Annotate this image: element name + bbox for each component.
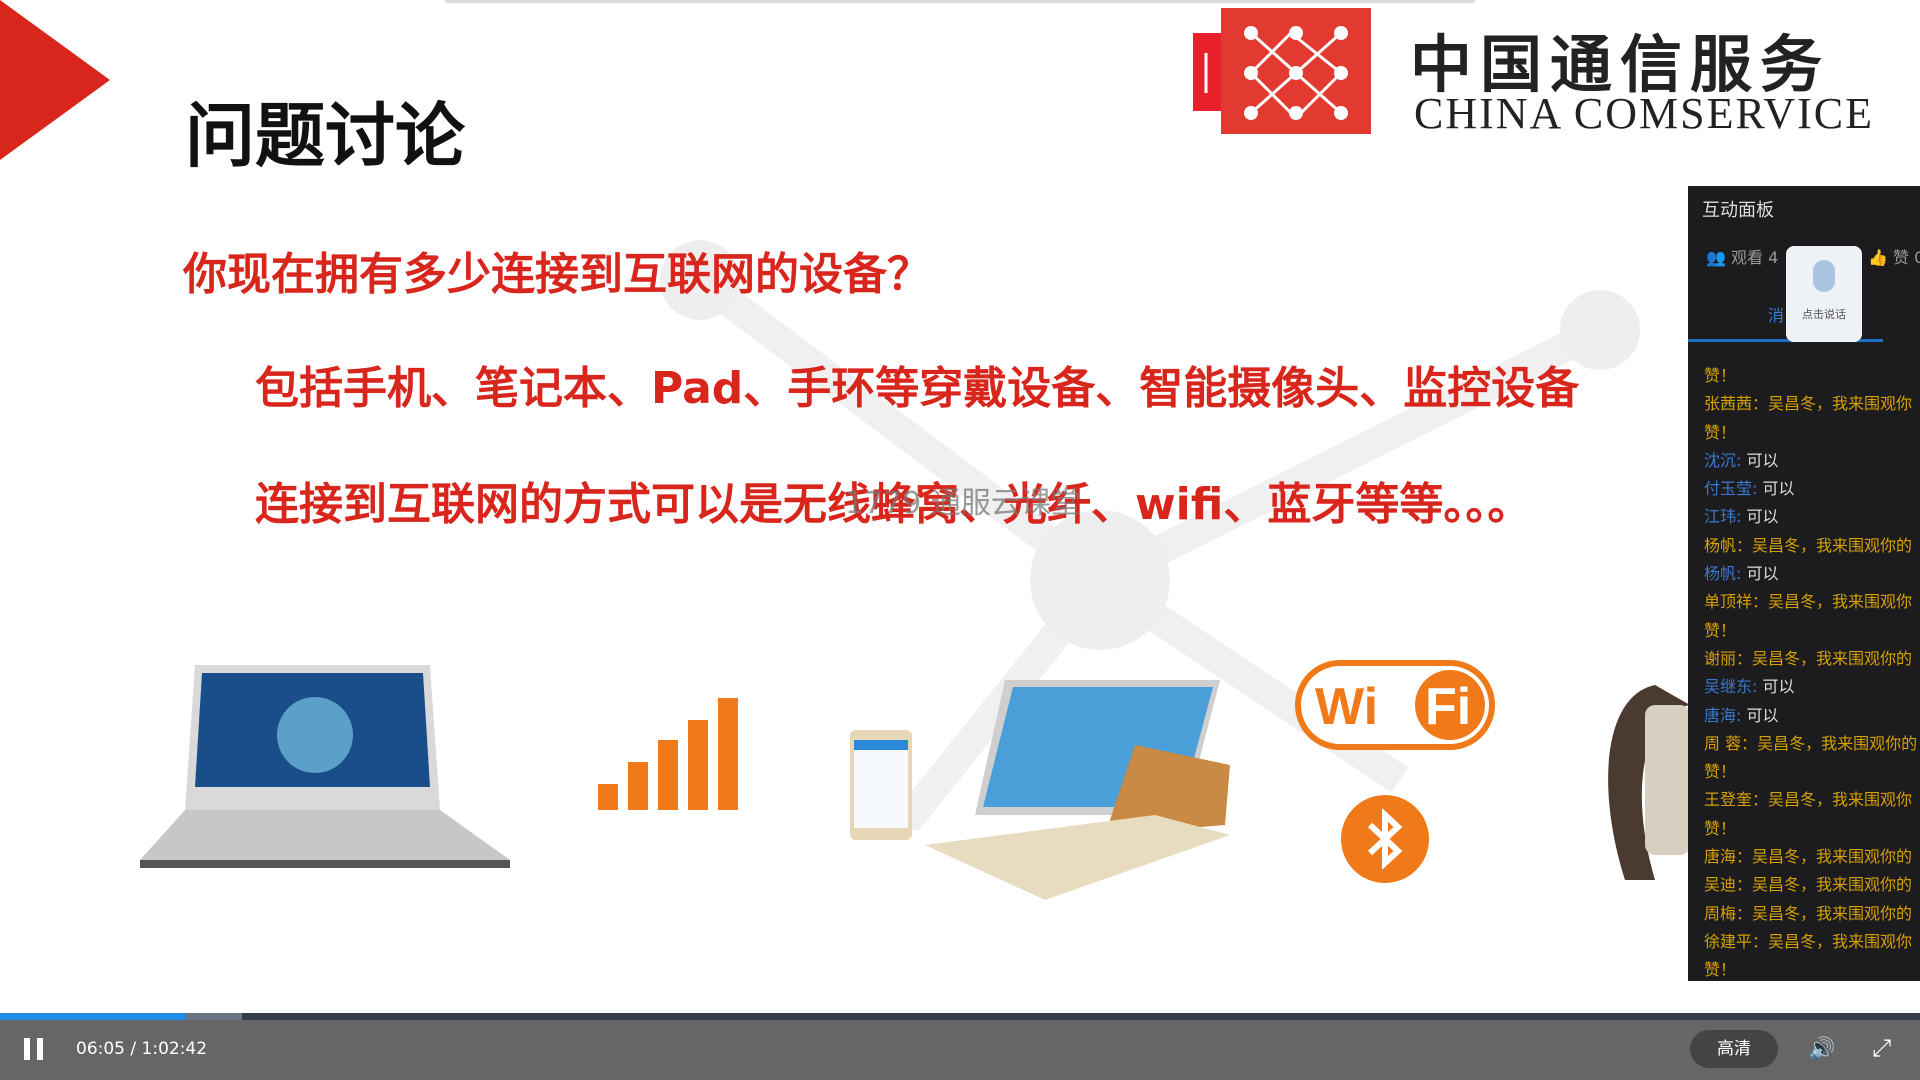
bluetooth-icon	[1341, 795, 1429, 883]
message-text: ：吴昌冬，我来围观你的	[1736, 535, 1913, 555]
viewer-count: 👥 观看 4	[1706, 248, 1779, 267]
message-text: ：吴昌冬，我来围观你的	[1736, 903, 1913, 923]
message-text: ：吴昌冬，我来围观你的	[1736, 875, 1913, 895]
message-author: 付玉莹:	[1704, 479, 1758, 499]
progress-bar[interactable]	[0, 1013, 1920, 1020]
logo-text-en: CHINA COMSERVICE	[1414, 89, 1874, 138]
message-author: 徐建平	[1704, 931, 1753, 951]
laptop-image	[140, 665, 510, 868]
message-author: 谢丽	[1704, 648, 1737, 668]
red-corner-decoration	[0, 0, 110, 160]
message-author: 唐海	[1704, 847, 1737, 867]
like-count-label: 赞 0	[1893, 248, 1920, 267]
voice-button-label: 点击说话	[1802, 308, 1846, 321]
chat-message: 沈沉: 可以	[1704, 447, 1917, 475]
message-text: 赞！	[1704, 960, 1737, 980]
chat-message: 唐海: 可以	[1704, 702, 1917, 730]
watermark: 1779 通服云课堂	[845, 486, 1081, 521]
played-bar	[0, 1013, 187, 1020]
message-author: 江玮:	[1704, 507, 1742, 527]
message-text: 赞！	[1704, 366, 1737, 385]
chat-message: 赞！	[1704, 362, 1917, 390]
slide-title: 问题讨论	[185, 95, 465, 177]
message-text: 赞！	[1704, 620, 1737, 640]
message-author: 王登奎	[1704, 790, 1753, 810]
panel-title: 互动面板	[1702, 200, 1774, 221]
message-text: 可以	[1741, 564, 1779, 584]
chat-message: 吴迪：吴昌冬，我来围观你的	[1704, 871, 1917, 899]
smart-band-image	[1608, 685, 1690, 880]
time-display: 06:05 / 1:02:42	[76, 1039, 208, 1059]
volume-icon[interactable]: 🔊	[1808, 1037, 1835, 1062]
chat-message: 杨帆：吴昌冬，我来围观你的	[1704, 532, 1917, 560]
question-text: 你现在拥有多少连接到互联网的设备？	[183, 249, 931, 300]
quality-button[interactable]: 高清	[1690, 1030, 1778, 1068]
message-author: 沈沉:	[1704, 450, 1742, 470]
message-author: 杨帆	[1704, 535, 1737, 555]
message-author: 周梅	[1704, 903, 1737, 923]
message-list: 赞！ 张茜茜：吴昌冬，我来围观你 赞！ 沈沉: 可以 付玉莹: 可以 江玮: 可以 杨帆：吴…	[1704, 362, 1917, 981]
slide: 问题讨论 中国通信服务 CHINA COMSERVICE 你现在拥有多少连接到互…	[0, 0, 1920, 1013]
chat-message: 赞！	[1704, 815, 1917, 843]
message-text: 赞！	[1704, 818, 1737, 838]
smartphone-image	[850, 730, 912, 840]
like-button[interactable]: 👍 赞 0	[1868, 244, 1920, 268]
message-author: 吴迪	[1704, 875, 1737, 895]
message-author: 吴继东:	[1704, 677, 1758, 697]
message-text: ：吴昌冬，我来围观你的	[1736, 847, 1913, 867]
message-author: 单顶祥	[1704, 592, 1753, 612]
chat-message: 赞！	[1704, 758, 1917, 786]
message-text: 赞！	[1704, 762, 1737, 782]
cellular-signal-icon	[598, 698, 738, 810]
tablet-image	[925, 680, 1230, 900]
voice-button[interactable]: 点击说话	[1786, 246, 1862, 342]
chat-message: 单顶祥：吴昌冬，我来围观你	[1704, 588, 1917, 616]
chat-message: 付玉莹: 可以	[1704, 475, 1917, 503]
interaction-panel: 互动面板 👥 观看 4 👍 赞 0 消 点击说话 赞！ 张茜茜：吴昌冬，我来围观你…	[1688, 186, 1920, 981]
message-text: ：吴昌冬，我来围观你	[1752, 394, 1913, 414]
chat-message: 吴继东: 可以	[1704, 673, 1917, 701]
chat-message: 唐海：吴昌冬，我来围观你的	[1704, 843, 1917, 871]
pause-button[interactable]	[24, 1038, 46, 1060]
message-text: ：吴昌冬，我来围观你	[1752, 931, 1913, 951]
chat-message: 周梅：吴昌冬，我来围观你的	[1704, 900, 1917, 928]
chat-message: 江玮: 可以	[1704, 503, 1917, 531]
player-controls: 06:05 / 1:02:42 高清 🔊 ⤢	[0, 1020, 1920, 1080]
chat-message: 王登奎：吴昌冬，我来围观你	[1704, 786, 1917, 814]
message-text: 可以	[1757, 677, 1795, 697]
divider	[445, 0, 1475, 3]
chat-message: 赞！	[1704, 617, 1917, 645]
message-author: 杨帆:	[1704, 564, 1742, 584]
chat-message: 杨帆: 可以	[1704, 560, 1917, 588]
china-comservice-logo-icon	[1193, 8, 1371, 134]
microphone-icon	[1813, 260, 1835, 292]
message-author: 张茜茜	[1704, 394, 1753, 414]
devices-text: 包括手机、笔记本、Pad、手环等穿戴设备、智能摄像头、监控设备	[255, 363, 1580, 414]
svg-text:Fi: Fi	[1425, 678, 1471, 736]
chat-message: 赞！	[1704, 419, 1917, 447]
chat-message: 徐建平：吴昌冬，我来围观你	[1704, 928, 1917, 956]
message-author: 周 蓉	[1704, 733, 1742, 753]
exit-fullscreen-icon[interactable]: ⤢	[1872, 1034, 1891, 1062]
message-author: 唐海:	[1704, 705, 1742, 725]
message-text: 赞！	[1704, 422, 1737, 442]
message-text: ：吴昌冬，我来围观你	[1752, 592, 1913, 612]
tab-messages[interactable]: 消	[1768, 302, 1784, 326]
message-text: 可以	[1741, 507, 1779, 527]
chat-message: 张茜茜：吴昌冬，我来围观你	[1704, 390, 1917, 418]
chat-message: 谢丽：吴昌冬，我来围观你的	[1704, 645, 1917, 673]
viewer-count-label: 观看 4	[1731, 248, 1779, 267]
message-text: 可以	[1741, 705, 1779, 725]
message-text: 可以	[1741, 450, 1779, 470]
svg-text:Wi: Wi	[1315, 678, 1378, 736]
chat-message: 赞！	[1704, 956, 1917, 981]
chat-message: 周 蓉：吴昌冬，我来围观你的	[1704, 730, 1917, 758]
message-text: 可以	[1757, 479, 1795, 499]
message-text: ：吴昌冬，我来围观你的	[1741, 733, 1918, 753]
wifi-logo-icon: Wi Fi	[1295, 660, 1495, 750]
message-text: ：吴昌冬，我来围观你	[1752, 790, 1913, 810]
message-text: ：吴昌冬，我来围观你的	[1736, 648, 1913, 668]
